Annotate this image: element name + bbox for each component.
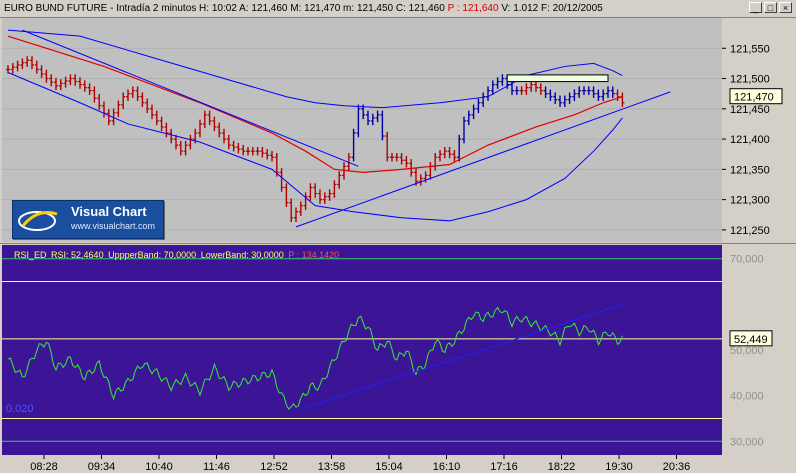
rsi-axis-label: 70,000 [730,254,764,266]
minimize-button[interactable]: _ [749,2,762,13]
rsi-axis-label: 40,000 [730,391,764,403]
time-axis-label: 12:52 [260,461,288,473]
price-axis-label: 121,300 [730,195,770,207]
rsi-value: RSI: 52,4640 [51,250,104,260]
time-axis-label: 08:28 [30,461,58,473]
rsi-axis-label: 50,000 [730,345,764,357]
visual-chart-logo: Visual Chart www.visualchart.com [12,200,164,239]
time-axis-label: 18:22 [548,461,576,473]
logo-url: www.visualchart.com [71,221,156,231]
logo-swoosh-icon [18,211,58,231]
price-axis-label: 121,350 [730,164,770,176]
price-axis-label: 121,400 [730,134,770,146]
rsi-p-value: P : 134,1420 [288,250,340,260]
time-axis-label: 15:04 [375,461,403,473]
price-axis-label: 121,450 [730,104,770,116]
high-time: H: 10:02 [199,3,237,14]
rsi-last-value: 52,449 [734,334,768,346]
time-axis-label: 11:46 [203,461,230,473]
resistance-box [506,74,609,83]
rsi-panel-background [2,245,722,455]
time-axis-label: 10:40 [145,461,173,473]
date-value: F: 20/12/2005 [541,3,603,14]
rsi-upper-band: UppperBand: 70,0000 [108,250,197,260]
rsi-lower-band: LowerBand: 30,0000 [200,250,284,260]
time-axis-label: 20:36 [663,461,691,473]
rsi-legend: RSI_ED RSI: 52,4640 UppperBand: 70,0000 … [14,250,341,260]
time-axis-label: 19:30 [605,461,633,473]
quote-info: EURO BUND FUTURE - Intradía 2 minutos H:… [4,0,603,17]
window-title: EURO BUND FUTURE - Intradía 2 minutos [4,3,197,14]
time-axis-label: 17:16 [490,461,518,473]
rsi-left-label: 0,020 [6,403,34,415]
window-title-bar: EURO BUND FUTURE - Intradía 2 minutos H:… [0,0,796,18]
logo-title: Visual Chart [71,204,147,219]
rsi-name: RSI_ED [14,250,47,260]
maximize-button[interactable]: □ [764,2,777,13]
price-axis-label: 121,250 [730,225,770,237]
price-axis-label: 121,550 [730,43,770,55]
ohlc-values: A: 121,460 M: 121,470 m: 121,450 C: 121,… [239,3,445,14]
close-button[interactable]: × [779,2,792,13]
time-axis-label: 16:10 [433,461,461,473]
price-last-value: 121,470 [734,92,774,104]
p-value: P : 121,640 [447,3,499,14]
volume-value: V: 1.012 [501,3,539,14]
price-axis-label: 121,500 [730,74,770,86]
time-axis-label: 09:34 [88,461,116,473]
rsi-axis-label: 30,000 [730,436,764,448]
time-axis-label: 13:58 [318,461,346,473]
